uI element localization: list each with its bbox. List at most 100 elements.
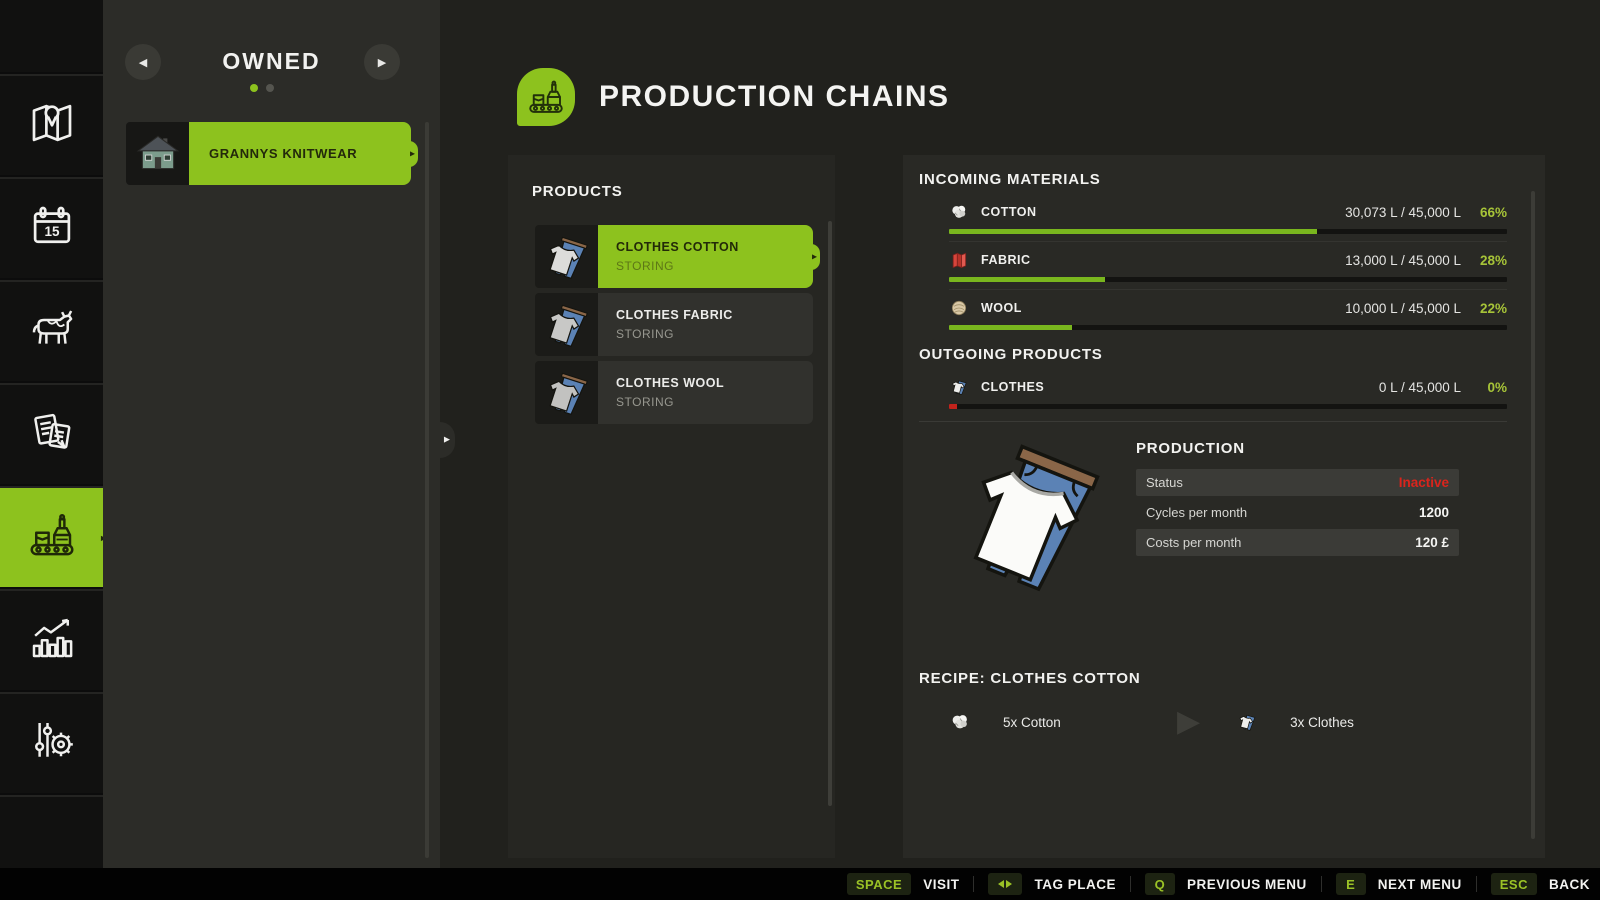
material-row-fabric: FABRIC 13,000 L / 45,000 L 28% bbox=[949, 248, 1507, 290]
sidebar-spacer bbox=[0, 0, 103, 72]
owned-item-name: GRANNYS KNITWEAR bbox=[209, 146, 358, 161]
hint-back[interactable]: ESC BACK bbox=[1490, 873, 1590, 895]
empty-indicator bbox=[949, 404, 957, 409]
section-divider bbox=[919, 421, 1507, 422]
recipe-input: 5x Cotton bbox=[949, 711, 1177, 733]
clothes-image bbox=[548, 236, 588, 279]
contracts-icon bbox=[25, 405, 79, 464]
cycles-value: 1200 bbox=[1418, 505, 1449, 520]
sidebar-item-calendar[interactable]: 15 bbox=[0, 177, 103, 278]
production-chains-screen: 15 ◀ OWNED ▶ GRANNYS KNITWEAR ▸ ► PRODUC… bbox=[0, 0, 1600, 900]
owned-panel: ◀ OWNED ▶ GRANNYS KNITWEAR ▸ bbox=[103, 0, 440, 868]
map-icon bbox=[25, 96, 79, 155]
material-percent: 66% bbox=[1479, 204, 1507, 220]
product-item-clothes-cotton[interactable]: CLOTHES COTTON STORING ▸ bbox=[535, 225, 820, 288]
hint-divider bbox=[1320, 876, 1322, 892]
sidebar-item-production-chains[interactable]: ► bbox=[0, 486, 110, 587]
hint-visit[interactable]: SPACE VISIT bbox=[846, 873, 960, 895]
bar-fill bbox=[949, 229, 1318, 234]
item-arrow-icon: ▸ bbox=[811, 251, 817, 262]
calendar-icon: 15 bbox=[25, 199, 79, 258]
sidebar-item-settings[interactable] bbox=[0, 692, 103, 793]
recipe-row: 5x Cotton ▶ 3x Clothes bbox=[949, 707, 1507, 737]
table-row-costs: Costs per month 120 £ bbox=[1136, 529, 1459, 556]
panel-collapse-handle[interactable]: ► bbox=[440, 422, 455, 458]
material-row-cotton: COTTON 30,073 L / 45,000 L 66% bbox=[949, 200, 1507, 242]
row-divider bbox=[949, 289, 1507, 290]
hint-next-menu[interactable]: E NEXT MENU bbox=[1335, 873, 1462, 895]
owned-header: ◀ OWNED ▶ bbox=[103, 42, 440, 82]
production-info: PRODUCTION Status Inactive Cycles per mo… bbox=[1136, 436, 1459, 608]
main-menu-sidebar: 15 bbox=[0, 0, 110, 868]
sidebar-item-contracts[interactable] bbox=[0, 383, 103, 484]
page-indicator bbox=[103, 84, 420, 92]
costs-value: 120 £ bbox=[1415, 535, 1449, 550]
owned-scrollbar[interactable] bbox=[425, 122, 429, 858]
cotton-icon bbox=[949, 711, 971, 733]
product-status: STORING bbox=[616, 327, 674, 341]
product-item-body: CLOTHES COTTON STORING ▸ bbox=[598, 225, 820, 288]
fill-level-bar bbox=[949, 277, 1507, 282]
recipe-heading: RECIPE: CLOTHES COTTON bbox=[919, 670, 1141, 687]
statistics-icon bbox=[25, 611, 79, 670]
header-badge bbox=[517, 68, 575, 126]
recipe-output: 3x Clothes bbox=[1236, 711, 1354, 733]
product-amount: 0 L / 45,000 L bbox=[1378, 379, 1461, 395]
next-page-button[interactable]: ▶ bbox=[364, 44, 400, 80]
incoming-materials-list: COTTON 30,073 L / 45,000 L 66% FABRIC 13… bbox=[949, 200, 1507, 330]
sidebar-item-map[interactable] bbox=[0, 74, 103, 175]
page-dot-active bbox=[249, 84, 258, 92]
product-status: STORING bbox=[616, 259, 674, 273]
recipe-output-text: 3x Clothes bbox=[1290, 714, 1354, 730]
row-label: Costs per month bbox=[1146, 535, 1242, 550]
esc-key: ESC bbox=[1490, 873, 1537, 895]
clothes-image bbox=[548, 304, 588, 347]
material-name: FABRIC bbox=[981, 253, 1031, 267]
q-key: Q bbox=[1144, 873, 1175, 895]
row-divider bbox=[949, 241, 1507, 242]
sidebar-spacer-bottom bbox=[0, 795, 103, 868]
products-scrollbar[interactable] bbox=[828, 221, 832, 806]
settings-icon bbox=[25, 714, 79, 773]
hint-tag-place[interactable]: TAG PLACE bbox=[988, 873, 1116, 895]
material-name: COTTON bbox=[981, 205, 1037, 219]
page-title: PRODUCTION CHAINS bbox=[599, 80, 950, 113]
material-amount: 10,000 L / 45,000 L bbox=[1345, 300, 1461, 316]
material-amount: 13,000 L / 45,000 L bbox=[1345, 252, 1461, 268]
outgoing-products-list: CLOTHES 0 L / 45,000 L 0% bbox=[949, 375, 1507, 409]
detail-scrollbar[interactable] bbox=[1531, 191, 1535, 839]
product-item-clothes-wool[interactable]: CLOTHES WOOL STORING bbox=[535, 361, 813, 424]
svg-text:15: 15 bbox=[44, 224, 60, 239]
right-arrow-icon: ▶ bbox=[377, 56, 387, 69]
tab-key bbox=[988, 873, 1023, 895]
material-row-wool: WOOL 10,000 L / 45,000 L 22% bbox=[949, 296, 1507, 330]
hint-label: PREVIOUS MENU bbox=[1186, 876, 1307, 892]
material-percent: 28% bbox=[1479, 252, 1507, 268]
production-chains-icon bbox=[25, 508, 79, 567]
clothes-thumbnail bbox=[535, 225, 598, 288]
cotton-icon bbox=[949, 201, 971, 223]
product-status: STORING bbox=[616, 395, 674, 409]
clothes-image bbox=[548, 372, 588, 415]
product-large-image bbox=[949, 436, 1124, 608]
product-item-clothes-fabric[interactable]: CLOTHES FABRIC STORING bbox=[535, 293, 813, 356]
hint-label: BACK bbox=[1549, 876, 1590, 892]
page-dot bbox=[265, 84, 274, 92]
item-arrow-icon: ▸ bbox=[409, 148, 415, 159]
product-percent: 0% bbox=[1487, 379, 1507, 395]
product-row-clothes: CLOTHES 0 L / 45,000 L 0% bbox=[949, 375, 1507, 409]
hint-label: TAG PLACE bbox=[1034, 876, 1116, 892]
status-value: Inactive bbox=[1398, 475, 1449, 490]
material-name: WOOL bbox=[981, 301, 1022, 315]
recipe-arrow-icon: ▶ bbox=[1177, 705, 1201, 738]
clothes-thumbnail bbox=[535, 361, 598, 424]
production-chains-badge-icon bbox=[529, 80, 563, 113]
production-table: Status Inactive Cycles per month 1200 Co… bbox=[1136, 469, 1459, 556]
sidebar-item-statistics[interactable] bbox=[0, 589, 103, 690]
product-item-body: CLOTHES FABRIC STORING bbox=[598, 293, 813, 356]
clothes-thumbnail bbox=[535, 293, 598, 356]
hint-previous-menu[interactable]: Q PREVIOUS MENU bbox=[1144, 873, 1307, 895]
hint-label: VISIT bbox=[923, 876, 960, 892]
sidebar-item-animals[interactable] bbox=[0, 280, 103, 381]
owned-item-grannys-knitwear[interactable]: GRANNYS KNITWEAR ▸ bbox=[126, 122, 418, 185]
